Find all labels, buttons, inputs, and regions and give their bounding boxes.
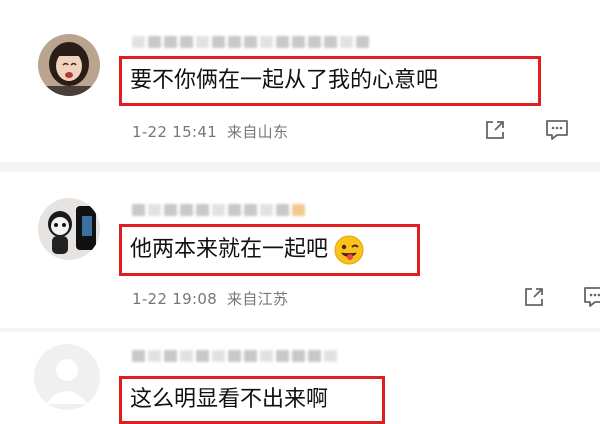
comment-text: 这么明显看不出来啊 xyxy=(130,387,329,412)
comment-location: 来自山东 xyxy=(227,123,289,141)
divider xyxy=(0,162,600,172)
crying-girl-avatar xyxy=(38,34,100,96)
reply-icon[interactable] xyxy=(582,285,600,313)
comment-meta: 1-22 19:08 来自江苏 xyxy=(132,288,288,309)
reply-icon[interactable] xyxy=(544,118,570,146)
comment-item: 要不你俩在一起从了我的心意吧 1-22 15:41 来自山东 xyxy=(0,0,600,160)
comment-item: 他两本来就在一起吧 1-22 19:08 来自江苏 xyxy=(0,172,600,332)
winking-tongue-emoji xyxy=(334,235,364,265)
comment-text-highlight: 要不你俩在一起从了我的心意吧 xyxy=(119,56,541,106)
username-blurred[interactable] xyxy=(132,202,305,218)
comment-location: 来自江苏 xyxy=(227,290,289,308)
user-avatar[interactable] xyxy=(34,344,100,410)
comment-time: 1-22 19:08 xyxy=(132,290,218,308)
default-avatar xyxy=(34,344,100,410)
share-icon[interactable] xyxy=(483,118,507,146)
user-avatar[interactable] xyxy=(38,34,100,96)
comment-meta: 1-22 15:41 来自山东 xyxy=(132,121,288,142)
comment-item: 这么明显看不出来啊 xyxy=(0,332,600,424)
comment-text-highlight: 他两本来就在一起吧 xyxy=(119,224,420,276)
share-icon[interactable] xyxy=(522,285,546,313)
comment-text: 要不你俩在一起从了我的心意吧 xyxy=(130,68,439,93)
comment-time: 1-22 15:41 xyxy=(132,123,218,141)
username-blurred[interactable] xyxy=(132,348,337,364)
user-avatar[interactable] xyxy=(38,198,100,260)
comment-text: 他两本来就在一起吧 xyxy=(130,237,329,262)
comment-text-highlight: 这么明显看不出来啊 xyxy=(119,376,385,424)
panda-figure-avatar xyxy=(38,198,100,260)
username-blurred[interactable] xyxy=(132,34,369,50)
